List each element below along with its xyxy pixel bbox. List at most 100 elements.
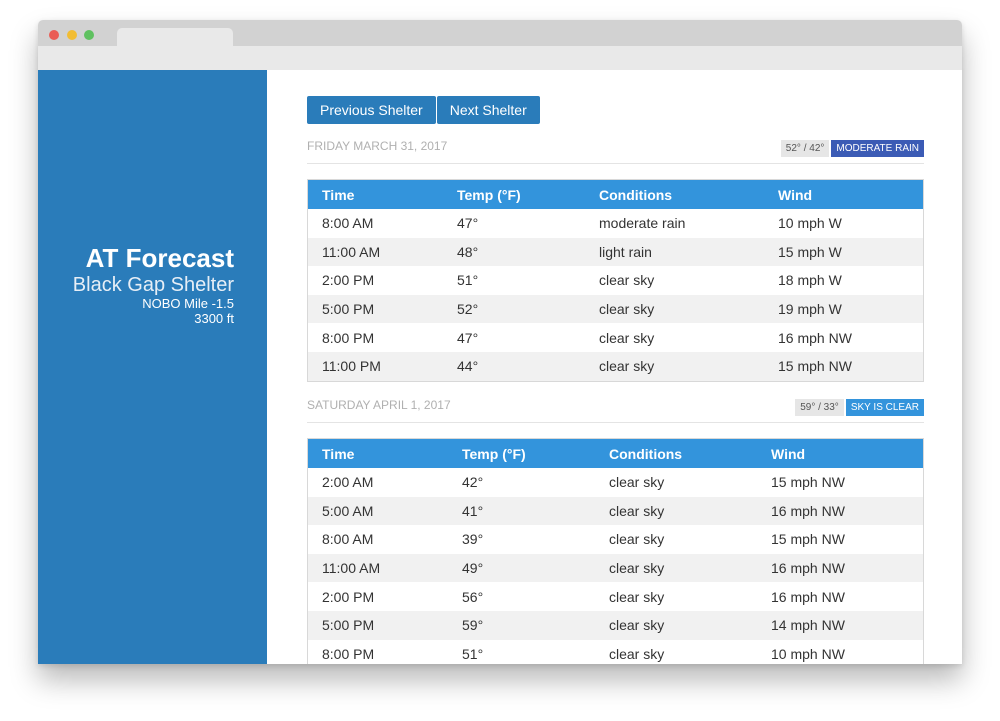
table-row: 8:00 AM 39° clear sky 15 mph NW — [308, 525, 924, 554]
wind-cell: 16 mph NW — [778, 329, 852, 346]
table-row: 2:00 PM 56° clear sky 16 mph NW — [308, 582, 924, 611]
wind-cell: 18 mph W — [778, 272, 842, 289]
temp-cell: 49° — [448, 553, 595, 583]
temp-cell: 56° — [462, 588, 484, 605]
condition-badge: MODERATE RAIN — [831, 140, 924, 157]
table-row: 5:00 PM 52° clear sky 19 mph W — [307, 294, 924, 324]
conditions-cell: clear sky — [609, 645, 665, 662]
wind-cell: 14 mph NW — [757, 610, 924, 640]
column-header-time: Time — [307, 179, 443, 209]
temp-cell: 52° — [443, 294, 585, 324]
time-cell: 8:00 PM — [322, 329, 375, 346]
time-cell: 5:00 PM — [307, 610, 448, 640]
column-header-conditions: Conditions — [595, 438, 757, 468]
table-row: 2:00 PM 51° clear sky 18 mph W — [308, 266, 924, 295]
table-row: 5:00 AM 41° clear sky 16 mph NW — [307, 496, 924, 526]
temp-cell: 51° — [457, 272, 479, 289]
temp-cell: 41° — [448, 496, 595, 526]
column-header-temp: Temp (°F) — [443, 179, 585, 209]
table-row: 5:00 PM 59° clear sky 14 mph NW — [307, 610, 924, 640]
wind-cell: 15 mph NW — [764, 351, 924, 382]
sidebar: AT Forecast Black Gap Shelter NOBO Mile … — [38, 70, 267, 664]
conditions-cell: clear sky — [609, 531, 665, 548]
conditions-cell: clear sky — [595, 496, 757, 526]
forecast-table: Time Temp (°F) Conditions Wind 2:00 AM 4… — [307, 438, 924, 664]
temp-cell: 39° — [462, 531, 484, 548]
temp-cell: 44° — [443, 351, 585, 382]
table-row: 11:00 PM 44° clear sky 15 mph NW — [307, 351, 924, 382]
wind-cell: 15 mph W — [764, 237, 924, 267]
table-row: 8:00 AM 47° moderate rain 10 mph W — [308, 209, 924, 238]
column-header-time: Time — [307, 438, 448, 468]
previous-shelter-button[interactable]: Previous Shelter — [307, 96, 436, 124]
forecast-table: Time Temp (°F) Conditions Wind 8:00 AM 4… — [307, 179, 924, 382]
shelter-elevation: 3300 ft — [194, 311, 234, 326]
hi-lo-badge: 52° / 42° — [780, 140, 830, 157]
maximize-window-icon[interactable] — [84, 30, 94, 40]
conditions-cell: moderate rain — [599, 215, 686, 232]
condition-badge: SKY IS CLEAR — [845, 399, 924, 416]
next-shelter-button[interactable]: Next Shelter — [436, 96, 540, 124]
table-header-row: Time Temp (°F) Conditions Wind — [307, 438, 924, 468]
browser-toolbar — [38, 46, 962, 70]
table-row: 8:00 PM 51° clear sky 10 mph NW — [308, 640, 924, 664]
time-cell: 2:00 PM — [322, 588, 375, 605]
temp-cell: 51° — [462, 645, 484, 662]
app-title: AT Forecast — [85, 243, 234, 273]
browser-titlebar — [38, 20, 962, 46]
day-summary: 59° / 33° SKY IS CLEAR — [795, 399, 924, 416]
close-window-icon[interactable] — [49, 30, 59, 40]
temp-cell: 47° — [457, 215, 479, 232]
shelter-mile: NOBO Mile -1.5 — [142, 296, 234, 311]
temp-cell: 47° — [457, 329, 479, 346]
wind-cell: 16 mph NW — [757, 553, 924, 583]
conditions-cell: clear sky — [595, 553, 757, 583]
time-cell: 5:00 PM — [307, 294, 443, 324]
wind-cell: 16 mph NW — [771, 588, 845, 605]
wind-cell: 15 mph NW — [771, 531, 845, 548]
conditions-cell: clear sky — [595, 610, 757, 640]
conditions-cell: clear sky — [609, 474, 665, 491]
conditions-cell: light rain — [585, 237, 764, 267]
time-cell: 2:00 PM — [322, 272, 375, 289]
shelter-name: Black Gap Shelter — [72, 274, 234, 296]
wind-cell: 16 mph NW — [757, 496, 924, 526]
browser-window: AT Forecast Black Gap Shelter NOBO Mile … — [38, 20, 962, 664]
table-row: 11:00 AM 48° light rain 15 mph W — [307, 237, 924, 267]
shelter-nav: Previous Shelter Next Shelter — [307, 96, 541, 124]
temp-cell: 42° — [462, 474, 484, 491]
time-cell: 11:00 AM — [307, 237, 443, 267]
conditions-cell: clear sky — [609, 588, 665, 605]
conditions-cell: clear sky — [585, 351, 764, 382]
wind-cell: 15 mph NW — [771, 474, 845, 491]
time-cell: 8:00 AM — [322, 215, 374, 232]
day-forecast: FRIDAY MARCH 31, 2017 52° / 42° MODERATE … — [307, 139, 924, 382]
temp-cell: 59° — [448, 610, 595, 640]
day-date: FRIDAY MARCH 31, 2017 — [307, 139, 448, 153]
wind-cell: 19 mph W — [764, 294, 924, 324]
column-header-wind: Wind — [764, 179, 924, 209]
temp-cell: 48° — [443, 237, 585, 267]
day-header: SATURDAY APRIL 1, 2017 59° / 33° SKY IS C… — [307, 398, 924, 423]
time-cell: 2:00 AM — [322, 474, 374, 491]
time-cell: 8:00 AM — [322, 531, 374, 548]
browser-tab[interactable] — [117, 28, 233, 46]
column-header-temp: Temp (°F) — [448, 438, 595, 468]
hi-lo-badge: 59° / 33° — [795, 399, 844, 416]
wind-cell: 10 mph NW — [771, 645, 845, 662]
table-header-row: Time Temp (°F) Conditions Wind — [307, 179, 924, 209]
table-row: 8:00 PM 47° clear sky 16 mph NW — [308, 323, 924, 352]
time-cell: 11:00 AM — [307, 553, 448, 583]
time-cell: 8:00 PM — [322, 645, 375, 662]
day-header: FRIDAY MARCH 31, 2017 52° / 42° MODERATE … — [307, 139, 924, 164]
time-cell: 5:00 AM — [307, 496, 448, 526]
column-header-wind: Wind — [757, 438, 924, 468]
conditions-cell: clear sky — [599, 329, 655, 346]
conditions-cell: clear sky — [585, 294, 764, 324]
day-date: SATURDAY APRIL 1, 2017 — [307, 398, 451, 412]
minimize-window-icon[interactable] — [67, 30, 77, 40]
main-content: Previous Shelter Next Shelter FRIDAY MARC… — [267, 70, 962, 664]
column-header-conditions: Conditions — [585, 179, 764, 209]
time-cell: 11:00 PM — [307, 351, 443, 382]
table-row: 11:00 AM 49° clear sky 16 mph NW — [307, 553, 924, 583]
